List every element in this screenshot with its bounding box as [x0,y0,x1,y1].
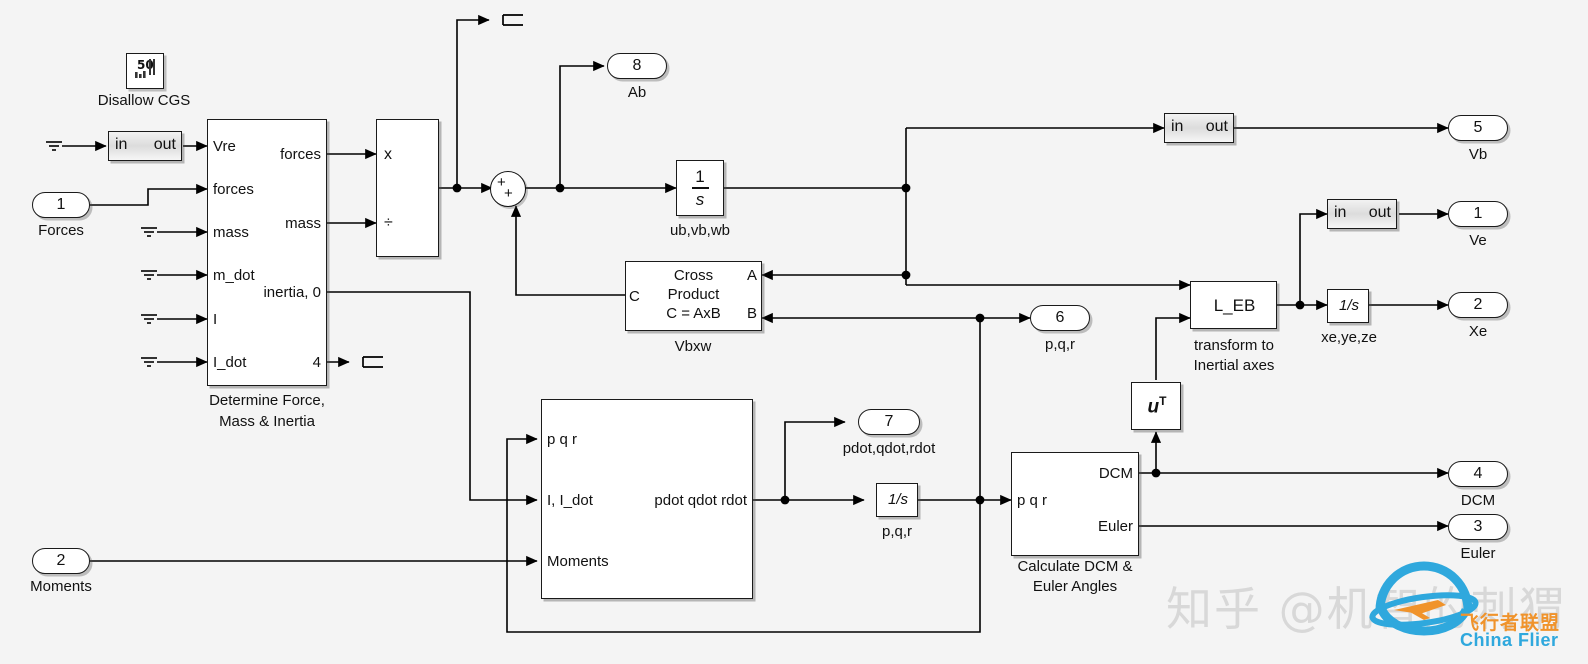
inport-forces-label: Forces [38,222,84,239]
in-out-block-ve[interactable]: in out [1327,199,1397,229]
inport-moments-label: Moments [30,578,92,595]
units-chart-icon: 50 [135,58,155,78]
l-eb-label: L_EB [1213,296,1256,315]
l-eb-transform-block[interactable]: L_EB [1190,281,1277,329]
outport-euler[interactable]: 3 [1448,514,1508,540]
outport-vb-number: 5 [1473,119,1483,136]
outport-pdot[interactable]: 7 [858,409,920,435]
disallow-cgs-icon[interactable]: 50 [126,53,164,89]
transpose-u: u [1147,396,1160,418]
outport-xe-label: Xe [1468,323,1488,340]
cross-product-port-c: C [629,288,640,305]
cross-product-port-a: A [746,267,757,284]
outport-pqr-label: p,q,r [1044,336,1075,353]
determine-input-i: I [213,311,218,328]
product-multiply-symbol: x [384,146,392,163]
outport-vb[interactable]: 5 [1448,115,1508,141]
determine-input-idot: I_dot [213,354,247,371]
vb-out-port-label: out [1205,118,1228,135]
outport-dcm[interactable]: 4 [1448,461,1508,487]
determine-output-mass: mass [285,215,321,232]
integrator-velocity-block[interactable]: 1 s [676,160,724,216]
integrator-position-label: 1/s [1338,297,1359,314]
outport-euler-label: Euler [1460,545,1496,562]
outport-ab-label: Ab [627,84,647,101]
integrator-pqr-label: 1/s [887,491,908,508]
vb-in-port-label: in [1171,118,1184,135]
outport-xe-number: 2 [1473,296,1483,313]
in-port-label: in [115,136,128,153]
determine-output-forces: forces [280,146,321,163]
integrator-velocity-caption: ub,vb,wb [669,222,731,239]
outport-pqr[interactable]: 6 [1030,305,1090,331]
simulink-canvas: 50 Disallow CGS in out 1 Forces 2 Moment… [0,0,1588,664]
out-port-label: out [153,136,176,153]
outport-pdot-label: pdot,qdot,rdot [842,440,936,457]
product-divide-symbol: ÷ [384,214,393,231]
one-over-s-fraction: 1 s [677,161,723,215]
dcm-output-dcm: DCM [1098,465,1133,482]
in-out-block-left[interactable]: in out [108,131,182,161]
dcm-caption-line1: Calculate DCM & [1017,558,1133,575]
determine-output-4: 4 [312,354,321,371]
transpose-superscript: T [1159,394,1167,408]
outport-ab-number: 8 [632,57,642,74]
outport-dcm-number: 4 [1473,465,1483,482]
ve-in-port-label: in [1334,204,1347,221]
determine-input-mdot: m_dot [213,267,255,284]
integrator-denominator: s [695,189,705,209]
transpose-label: uT [1132,394,1182,418]
outport-vb-label: Vb [1468,146,1488,163]
determine-input-forces: forces [213,181,254,198]
angacc-output-pdot: pdot qdot rdot [654,492,747,509]
fraction-bar [691,187,709,189]
cross-product-port-b: B [746,305,757,322]
inport-forces-number: 1 [56,196,66,213]
dcm-input-pqr: p q r [1017,492,1048,509]
integrator-position-block[interactable]: 1/s [1327,289,1369,323]
svg-text:50: 50 [137,58,154,72]
determine-output-inertia: inertia, 0 [263,284,321,301]
angacc-input-pqr: p q r [547,431,578,448]
integrator-numerator: 1 [695,167,705,187]
ve-out-port-label: out [1368,204,1391,221]
cross-product-caption: Vbxw [674,338,712,355]
transpose-block[interactable]: uT [1131,382,1181,430]
integrator-position-caption: xe,ye,ze [1321,329,1377,346]
l-eb-caption-line2: Inertial axes [1193,357,1275,374]
disallow-cgs-caption: Disallow CGS [97,92,191,109]
outport-pqr-number: 6 [1055,309,1065,326]
outport-ab[interactable]: 8 [607,53,667,79]
outport-ve-number: 1 [1473,205,1483,222]
outport-pdot-number: 7 [884,413,894,430]
determine-caption-line1: Determine Force, [209,392,325,409]
inport-moments[interactable]: 2 [32,548,90,574]
ground-symbols [46,141,157,367]
dcm-caption-line2: Euler Angles [1032,578,1118,595]
dcm-output-euler: Euler [1097,518,1133,535]
outport-ve-label: Ve [1469,232,1487,249]
integrator-pqr-caption: p,q,r [881,523,912,540]
china-flier-en-text: China Flier [1460,630,1559,650]
outport-ve[interactable]: 1 [1448,201,1508,227]
integrator-pqr-block[interactable]: 1/s [876,483,918,517]
in-out-block-vb[interactable]: in out [1164,113,1234,143]
outport-xe[interactable]: 2 [1448,292,1508,318]
sum-sign-bottom: + [504,185,513,202]
cross-product-line2: Product [667,286,720,303]
l-eb-caption-line1: transform to [1193,337,1275,354]
outport-euler-number: 3 [1473,518,1483,535]
inport-forces[interactable]: 1 [32,192,90,218]
angacc-input-moments: Moments [547,553,609,570]
outport-dcm-label: DCM [1460,492,1496,509]
angacc-input-i-idot: I, I_dot [547,492,593,509]
determine-caption-line2: Mass & Inertia [219,413,315,430]
product-divide-block[interactable] [376,119,439,257]
inport-moments-number: 2 [56,552,66,569]
